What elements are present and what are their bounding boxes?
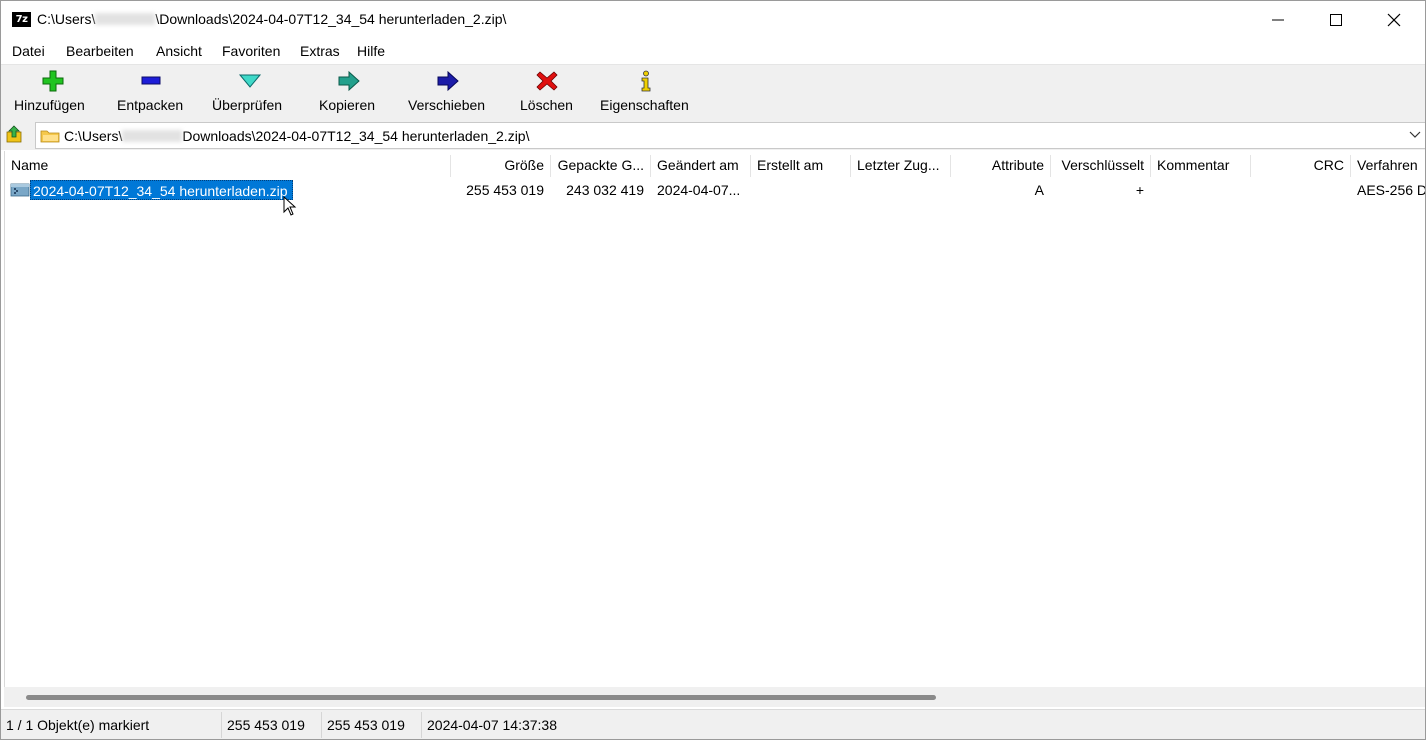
checkmark-icon — [238, 74, 262, 88]
column-header-name[interactable]: Name — [5, 151, 450, 179]
menu-favoriten[interactable]: Favoriten — [222, 43, 280, 59]
path-text: C:\Users\ Downloads\2024-04-07T12_34_54 h… — [64, 128, 530, 144]
toolbar: Hinzufügen Entpacken Überprüfen Kopieren… — [1, 64, 1425, 121]
menu-bar: Datei Bearbeiten Ansicht Favoriten Extra… — [1, 39, 1425, 64]
zip-file-icon — [10, 183, 30, 197]
delete-label: Löschen — [520, 97, 573, 113]
test-label: Überprüfen — [212, 97, 283, 113]
delete-button[interactable]: Löschen — [520, 65, 580, 121]
status-bar: 1 / 1 Objekt(e) markiert 255 453 019 255… — [1, 709, 1425, 739]
column-header-modified[interactable]: Geändert am — [651, 151, 750, 179]
horizontal-scrollbar[interactable] — [4, 687, 1425, 707]
comment-cell — [1151, 179, 1250, 201]
packed-size-cell: 243 032 419 — [566, 182, 644, 198]
7zip-app-icon: 7z — [12, 12, 31, 27]
maximize-icon — [1330, 14, 1342, 26]
close-button[interactable] — [1365, 1, 1423, 39]
properties-label: Eigenschaften — [600, 97, 689, 113]
properties-button[interactable]: Eigenschaften — [600, 65, 696, 121]
status-selection: 1 / 1 Objekt(e) markiert — [6, 717, 150, 733]
mouse-cursor-icon — [283, 196, 297, 216]
path-combobox[interactable]: C:\Users\ Downloads\2024-04-07T12_34_54 h… — [35, 122, 1425, 149]
maximize-button[interactable] — [1307, 1, 1365, 39]
copy-label: Kopieren — [319, 97, 376, 113]
table-row[interactable]: 2024-04-07T12_34_54 herunterladen.zip 25… — [5, 179, 1426, 201]
column-header-accessed[interactable]: Letzter Zug... — [851, 151, 950, 179]
title-bar[interactable]: 7z C:\Users\ \Downloads\2024-04-07T12_34_… — [1, 1, 1425, 39]
minus-icon — [141, 76, 161, 85]
accessed-cell — [851, 179, 950, 201]
menu-datei[interactable]: Datei — [12, 43, 45, 59]
status-date: 2024-04-07 14:37:38 — [427, 717, 557, 733]
minimize-icon — [1272, 19, 1284, 21]
file-size-cell: 255 453 019 — [466, 182, 544, 198]
column-header-encrypted[interactable]: Verschlüsselt — [1051, 151, 1150, 179]
status-separator — [421, 712, 422, 738]
plus-icon — [42, 70, 64, 92]
column-header-created[interactable]: Erstellt am — [751, 151, 850, 179]
extract-label: Entpacken — [117, 97, 184, 113]
crc-cell — [1251, 179, 1350, 201]
path-suffix: Downloads\2024-04-07T12_34_54 herunterla… — [182, 128, 530, 144]
column-header-crc[interactable]: CRC — [1251, 151, 1350, 179]
move-label: Verschieben — [408, 97, 486, 113]
column-header-method[interactable]: Verfahren — [1351, 151, 1425, 179]
move-button[interactable]: Verschieben — [408, 65, 492, 121]
add-label: Hinzufügen — [14, 97, 85, 113]
redacted-username — [122, 130, 183, 142]
parent-folder-button[interactable] — [5, 124, 27, 146]
folder-up-icon — [6, 125, 22, 143]
extract-button[interactable]: Entpacken — [117, 65, 189, 121]
encrypted-cell: + — [1135, 182, 1144, 198]
menu-extras[interactable]: Extras — [300, 43, 340, 59]
redacted-username — [95, 13, 156, 25]
info-icon — [641, 70, 651, 92]
close-icon — [1387, 13, 1401, 27]
address-bar: C:\Users\ Downloads\2024-04-07T12_34_54 h… — [1, 120, 1425, 150]
app-window: 7z C:\Users\ \Downloads\2024-04-07T12_34_… — [0, 0, 1426, 740]
menu-hilfe[interactable]: Hilfe — [357, 43, 385, 59]
status-size: 255 453 019 — [227, 717, 305, 733]
folder-icon — [40, 130, 60, 143]
column-header-size[interactable]: Größe — [451, 151, 550, 179]
file-name-cell[interactable]: 2024-04-07T12_34_54 herunterladen.zip — [30, 180, 293, 200]
delete-x-icon — [536, 71, 558, 91]
menu-ansicht[interactable]: Ansicht — [156, 43, 202, 59]
modified-cell: 2024-04-07... — [657, 182, 741, 198]
column-header-comment[interactable]: Kommentar — [1151, 151, 1250, 179]
title-prefix: C:\Users\ — [37, 11, 96, 27]
status-separator — [221, 712, 222, 738]
column-header-packed-size[interactable]: Gepackte G... — [551, 151, 650, 179]
window-title: C:\Users\ \Downloads\2024-04-07T12_34_54 … — [37, 11, 506, 27]
status-separator — [321, 712, 322, 738]
menu-bearbeiten[interactable]: Bearbeiten — [66, 43, 134, 59]
title-suffix: \Downloads\2024-04-07T12_34_54 herunterl… — [155, 11, 507, 27]
add-button[interactable]: Hinzufügen — [14, 65, 94, 121]
file-list[interactable]: Name Größe Gepackte G... Geändert am Ers… — [4, 151, 1426, 687]
copy-button[interactable]: Kopieren — [319, 65, 383, 121]
chevron-down-icon[interactable] — [1409, 131, 1421, 139]
attributes-cell: A — [1034, 182, 1044, 198]
scrollbar-thumb[interactable] — [26, 695, 936, 700]
status-packed: 255 453 019 — [327, 717, 405, 733]
column-header-attributes[interactable]: Attribute — [951, 151, 1050, 179]
method-cell: AES-256 D — [1357, 182, 1426, 198]
move-arrow-icon — [437, 70, 459, 92]
path-prefix: C:\Users\ — [64, 128, 123, 144]
copy-arrow-icon — [338, 70, 360, 92]
minimize-button[interactable] — [1249, 1, 1307, 39]
test-button[interactable]: Überprüfen — [212, 65, 292, 121]
created-cell — [751, 179, 850, 201]
